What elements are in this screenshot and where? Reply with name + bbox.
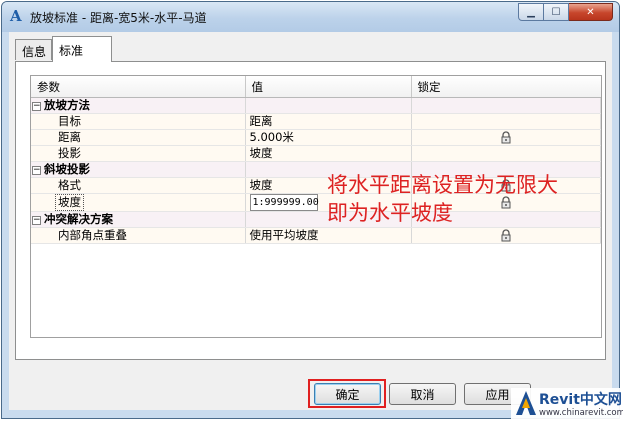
lock-icon[interactable] (499, 228, 513, 243)
app-icon: A (10, 7, 22, 25)
minimize-icon: ▁ (527, 6, 535, 18)
param-name: 投影 (31, 145, 246, 162)
group-label: 放坡方法 (44, 98, 90, 112)
minimize-button[interactable]: ▁ (518, 3, 544, 21)
ok-button[interactable]: 确定 (314, 383, 381, 405)
window-controls: ▁ ☐ ✕ (518, 3, 613, 22)
column-header-lock[interactable]: 锁定 (411, 76, 601, 98)
watermark-title: Revit中文网 (539, 392, 622, 408)
lock-cell[interactable] (411, 129, 601, 146)
group-label: 斜坡投影 (44, 162, 90, 176)
watermark-url: www.chinarevit.com (539, 408, 623, 418)
param-name: 坡度 (55, 194, 84, 211)
collapse-icon[interactable]: − (32, 216, 41, 225)
group-label: 冲突解决方案 (44, 212, 113, 226)
title-bar[interactable]: A 放坡标准 - 距离-宽5米-水平-马道 ▁ ☐ ✕ (2, 2, 619, 32)
close-icon: ✕ (586, 6, 595, 18)
table-row[interactable]: 内部角点重叠 使用平均坡度 (31, 227, 601, 244)
table-row[interactable]: 目标 距离 (31, 113, 601, 130)
param-value[interactable]: 距离 (245, 113, 412, 130)
lock-cell[interactable] (411, 145, 601, 162)
table-row[interactable]: 距离 5.000米 (31, 129, 601, 146)
param-name: 距离 (31, 129, 246, 146)
tab-info-label: 信息 (22, 45, 47, 59)
param-value[interactable]: 5.000米 (245, 129, 412, 146)
column-header-parameter[interactable]: 参数 (31, 76, 246, 98)
param-name: 格式 (31, 177, 246, 194)
column-header-value[interactable]: 值 (245, 76, 412, 98)
cancel-button[interactable]: 取消 (389, 383, 456, 405)
annotation-text: 将水平距离设置为无限大 即为水平坡度 (327, 171, 558, 227)
revit-logo-icon (516, 391, 536, 415)
collapse-icon[interactable]: − (32, 166, 41, 175)
param-name: 内部角点重叠 (31, 227, 246, 244)
table-row[interactable]: 投影 坡度 (31, 145, 601, 162)
watermark: Revit中文网 www.chinarevit.com (511, 388, 623, 422)
param-value[interactable]: 坡度 (245, 145, 412, 162)
collapse-icon[interactable]: − (32, 102, 41, 111)
param-name: 目标 (31, 113, 246, 130)
param-value[interactable]: 使用平均坡度 (245, 227, 412, 244)
tab-standard[interactable]: 标准 (52, 36, 112, 62)
window-title: 放坡标准 - 距离-宽5米-水平-马道 (30, 11, 207, 25)
group-row[interactable]: − 放坡方法 (31, 97, 601, 114)
slope-value-input[interactable]: 1:999999.00 (249, 194, 319, 211)
annotation-line-1: 将水平距离设置为无限大 (327, 173, 558, 197)
close-button[interactable]: ✕ (569, 3, 613, 21)
annotation-line-2: 即为水平坡度 (327, 201, 453, 225)
lock-cell[interactable] (411, 113, 601, 130)
maximize-button[interactable]: ☐ (544, 3, 569, 21)
maximize-icon: ☐ (551, 6, 561, 18)
lock-cell[interactable] (411, 227, 601, 244)
tab-standard-label: 标准 (59, 44, 84, 58)
lock-icon[interactable] (499, 130, 513, 145)
tab-info[interactable]: 信息 (15, 39, 52, 60)
